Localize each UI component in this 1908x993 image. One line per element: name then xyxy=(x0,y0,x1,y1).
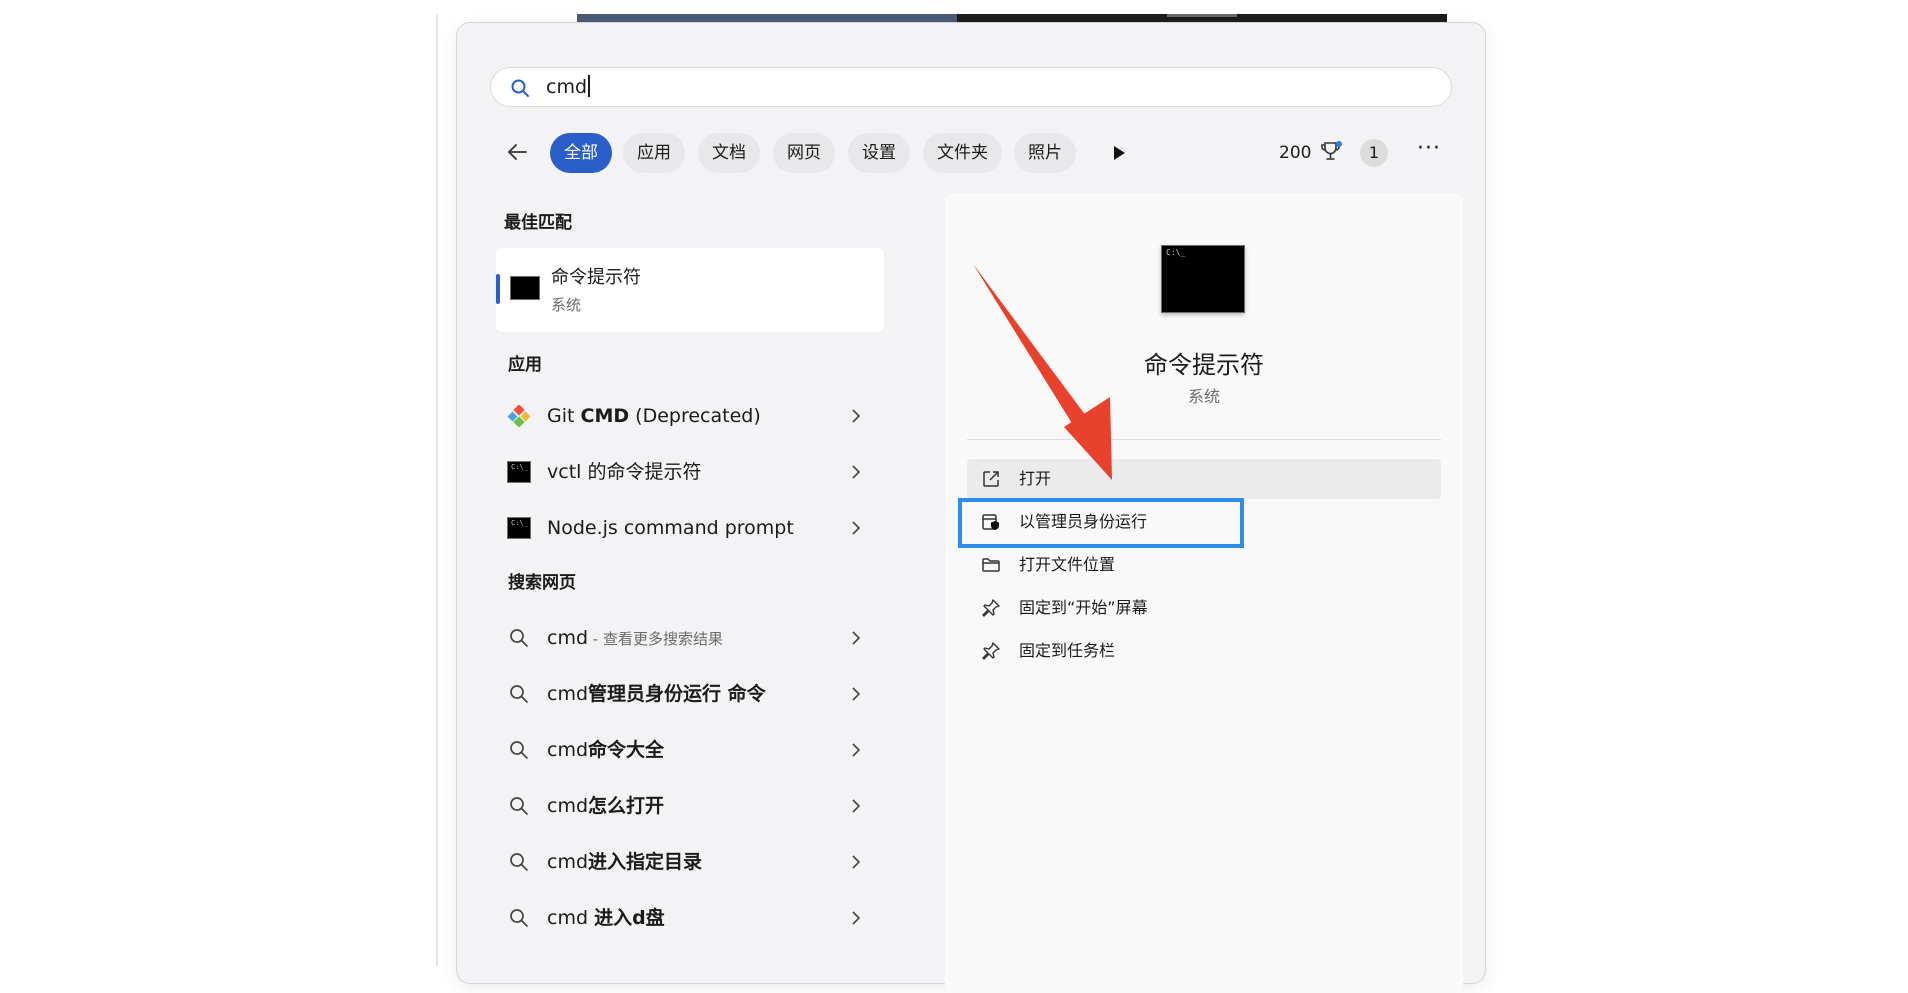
web-item[interactable]: cmd进入指定目录 xyxy=(507,840,877,884)
pin-to-taskbar-label: 固定到任务栏 xyxy=(1019,641,1116,660)
trophy-icon[interactable] xyxy=(1319,140,1343,164)
tab-documents[interactable]: 文档 xyxy=(698,133,760,173)
app-item-label: Git xyxy=(547,405,581,427)
folder-icon xyxy=(982,558,1000,572)
app-item-suffix: (Deprecated) xyxy=(629,405,761,427)
web-item-label: cmd xyxy=(547,627,589,649)
chevron-right-icon[interactable] xyxy=(851,854,861,870)
chevron-right-icon[interactable] xyxy=(851,742,861,758)
app-item-label: vctl 的命令提示符 xyxy=(547,461,702,483)
search-icon xyxy=(510,741,528,759)
tab-folders[interactable]: 文件夹 xyxy=(923,133,1002,173)
search-input[interactable]: cmd xyxy=(546,75,590,99)
best-match-item[interactable]: 命令提示符 系统 xyxy=(496,248,884,332)
web-item[interactable]: cmd管理员身份运行 命令 xyxy=(507,672,877,716)
tab-settings[interactable]: 设置 xyxy=(848,133,910,173)
open-file-location-label: 打开文件位置 xyxy=(1019,555,1116,574)
chevron-right-icon[interactable] xyxy=(851,798,861,814)
web-item-match: 进入指定目录 xyxy=(588,851,703,873)
web-item[interactable]: cmd - 查看更多搜索结果 xyxy=(507,616,877,660)
back-arrow-icon[interactable] xyxy=(506,141,528,163)
chevron-right-icon[interactable] xyxy=(851,520,861,536)
rewards-points: 200 xyxy=(1279,143,1312,163)
tab-all[interactable]: 全部 xyxy=(550,133,612,173)
web-item-label: cmd xyxy=(547,851,589,873)
terminal-icon: C:\_ xyxy=(507,517,531,539)
web-item-match: 进入d盘 xyxy=(594,907,665,929)
web-item[interactable]: cmd 进入d盘 xyxy=(507,896,877,940)
search-icon xyxy=(510,629,528,647)
web-item-match: 管理员身份运行 命令 xyxy=(588,683,766,705)
search-icon xyxy=(510,685,528,703)
tab-web[interactable]: 网页 xyxy=(773,133,835,173)
apps-heading: 应用 xyxy=(508,355,542,375)
web-item[interactable]: cmd怎么打开 xyxy=(507,784,877,828)
web-item-label: cmd xyxy=(547,683,589,705)
pin-icon xyxy=(982,642,1000,660)
web-item-match: 怎么打开 xyxy=(588,795,665,817)
open-file-location-action[interactable]: 打开文件位置 xyxy=(967,545,1441,585)
command-prompt-icon xyxy=(510,276,540,300)
web-item-match: 命令大全 xyxy=(588,739,665,761)
search-icon xyxy=(510,909,528,927)
more-options-button[interactable]: ··· xyxy=(1417,136,1441,161)
left-window-edge xyxy=(436,14,438,966)
git-icon xyxy=(507,405,531,427)
pin-to-start-action[interactable]: 固定到“开始”屏幕 xyxy=(967,588,1441,628)
app-item-match: CMD xyxy=(580,405,630,427)
best-match-heading: 最佳匹配 xyxy=(504,213,572,233)
search-icon xyxy=(510,797,528,815)
filter-bar: 全部 应用 文档 网页 设置 文件夹 照片 200 1 ··· xyxy=(457,131,1485,175)
annotation-highlight-box xyxy=(958,498,1244,548)
command-prompt-large-icon: C:\_ xyxy=(1161,245,1245,313)
web-item-label: cmd xyxy=(547,795,589,817)
play-icon[interactable] xyxy=(1112,145,1126,161)
app-item-git-cmd[interactable]: Git CMD (Deprecated) xyxy=(507,394,877,438)
search-query: cmd xyxy=(546,76,588,98)
chevron-right-icon[interactable] xyxy=(851,686,861,702)
terminal-icon: C:\_ xyxy=(507,461,531,483)
annotation-arrow-icon xyxy=(973,264,1112,480)
pin-to-taskbar-action[interactable]: 固定到任务栏 xyxy=(967,631,1441,671)
web-item-label: cmd xyxy=(547,739,589,761)
chevron-right-icon[interactable] xyxy=(851,910,861,926)
pin-icon xyxy=(982,599,1000,617)
tab-apps[interactable]: 应用 xyxy=(623,133,685,173)
pin-to-start-label: 固定到“开始”屏幕 xyxy=(1019,598,1148,617)
search-icon xyxy=(511,79,529,97)
web-item-hint: - 查看更多搜索结果 xyxy=(588,630,723,648)
search-icon xyxy=(510,853,528,871)
chevron-right-icon[interactable] xyxy=(851,408,861,424)
web-search-heading: 搜索网页 xyxy=(508,573,576,593)
app-item-vctl-prompt[interactable]: C:\_ vctl 的命令提示符 xyxy=(507,450,877,494)
account-badge[interactable]: 1 xyxy=(1360,139,1388,167)
text-caret xyxy=(588,75,590,97)
search-box[interactable]: cmd xyxy=(490,67,1452,107)
chevron-right-icon[interactable] xyxy=(851,464,861,480)
tab-photos[interactable]: 照片 xyxy=(1014,133,1076,173)
app-item-nodejs-prompt[interactable]: C:\_ Node.js command prompt xyxy=(507,506,877,550)
selection-accent xyxy=(496,274,500,304)
best-match-subtitle: 系统 xyxy=(551,296,582,314)
web-item[interactable]: cmd命令大全 xyxy=(507,728,877,772)
best-match-title: 命令提示符 xyxy=(551,267,641,288)
chevron-right-icon[interactable] xyxy=(851,630,861,646)
app-item-label: Node.js command prompt xyxy=(547,517,794,539)
web-item-label: cmd xyxy=(547,907,595,929)
